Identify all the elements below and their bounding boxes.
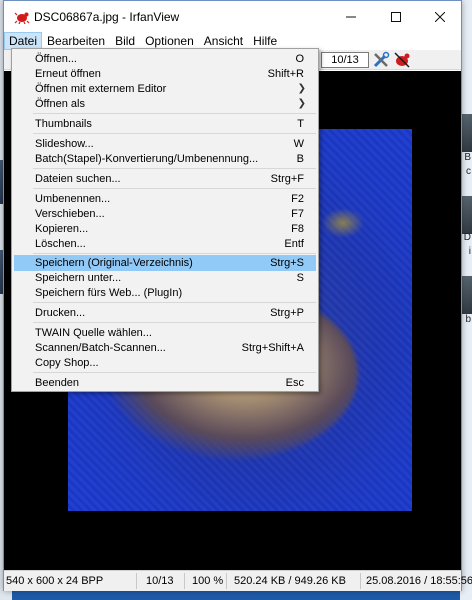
title-bar[interactable]: DSC06867a.jpg - IrfanView (4, 1, 461, 32)
file-menu-dropdown: Öffnen... O Erneut öffnen Shift+R Öffnen m… (11, 48, 319, 392)
menu-item-drucken[interactable]: Drucken... Strg+P (14, 305, 316, 321)
status-dimensions: 540 x 600 x 24 BPP (6, 575, 104, 587)
status-bar: 540 x 600 x 24 BPP 10/13 100 % 520.24 KB… (4, 570, 472, 591)
menu-item-verschieben[interactable]: Verschieben... F7 (14, 206, 316, 222)
menu-item-twain[interactable]: TWAIN Quelle wählen... (14, 325, 316, 341)
close-icon (435, 11, 445, 22)
menu-item-oeffnen-extern[interactable]: Öffnen mit externem Editor ❯ (14, 81, 316, 97)
menu-item-speichern-web[interactable]: Speichern fürs Web... (PlugIn) (14, 285, 316, 301)
status-filesize: 520.24 KB / 949.26 KB (234, 575, 346, 587)
maximize-icon (391, 11, 401, 22)
menu-item-scannen[interactable]: Scannen/Batch-Scannen... Strg+Shift+A (14, 340, 316, 356)
window-title: DSC06867a.jpg - IrfanView (34, 10, 180, 24)
status-position: 10/13 (146, 575, 174, 587)
menu-item-oeffnen[interactable]: Öffnen... O (14, 51, 316, 67)
menu-item-thumbnails[interactable]: Thumbnails T (14, 116, 316, 132)
menu-item-beenden[interactable]: Beenden Esc (14, 375, 316, 391)
menu-item-speichern-unter[interactable]: Speichern unter... S (14, 270, 316, 286)
background-label: b (465, 314, 471, 325)
menu-separator (33, 133, 316, 134)
menu-item-speichern[interactable]: Speichern (Original-Verzeichnis) Strg+S (14, 255, 316, 271)
menu-item-loeschen[interactable]: Löschen... Entf (14, 236, 316, 252)
menu-item-kopieren[interactable]: Kopieren... F8 (14, 221, 316, 237)
menu-separator (33, 372, 316, 373)
menu-separator (33, 188, 316, 189)
menu-item-oeffnen-als[interactable]: Öffnen als ❯ (14, 96, 316, 112)
minimize-button[interactable] (329, 1, 373, 32)
chevron-right-icon: ❯ (297, 98, 306, 109)
page-counter-field[interactable]: 10/13 (321, 52, 369, 68)
menu-separator (33, 253, 316, 254)
chevron-right-icon: ❯ (297, 83, 306, 94)
menu-separator (33, 168, 316, 169)
menu-separator (33, 322, 316, 323)
menu-item-umbenennen[interactable]: Umbenennen... F2 (14, 191, 316, 207)
menu-item-batch[interactable]: Batch(Stapel)-Konvertierung/Umbenennung.… (14, 151, 316, 167)
menu-item-slideshow[interactable]: Slideshow... W (14, 136, 316, 152)
status-zoom: 100 % (192, 575, 224, 587)
exit-icon[interactable] (393, 51, 411, 69)
background-label: i (468, 246, 471, 257)
maximize-button[interactable] (374, 1, 418, 32)
background-label: D (463, 232, 471, 243)
menu-item-copy-shop[interactable]: Copy Shop... (14, 355, 316, 371)
close-button[interactable] (418, 1, 462, 32)
irfanview-logo-icon (14, 12, 30, 24)
minimize-icon (346, 16, 356, 17)
background-label: B (464, 152, 471, 163)
menu-item-erneut-oeffnen[interactable]: Erneut öffnen Shift+R (14, 66, 316, 82)
background-label: c (466, 166, 471, 177)
menu-separator (33, 113, 316, 114)
settings-tools-icon[interactable] (372, 51, 390, 69)
status-datetime: 25.08.2016 / 18:55:56 (366, 575, 472, 587)
menu-separator (33, 302, 316, 303)
menu-item-dateien-suchen[interactable]: Dateien suchen... Strg+F (14, 171, 316, 187)
